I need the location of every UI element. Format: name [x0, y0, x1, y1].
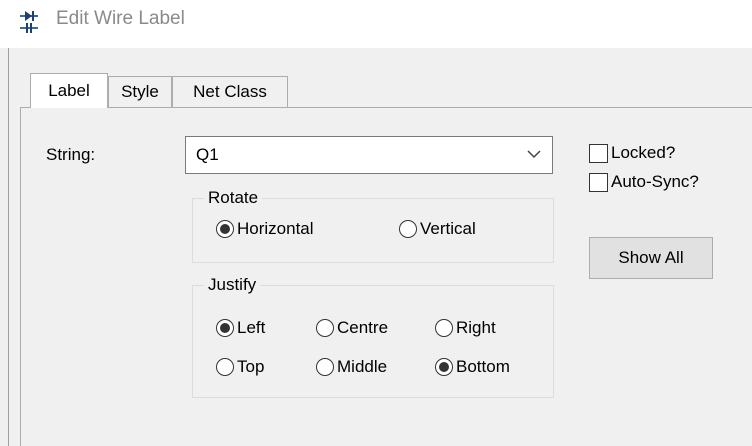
auto-sync-checkbox[interactable]: Auto-Sync? — [589, 172, 699, 192]
radio-top-label: Top — [237, 357, 265, 376]
auto-sync-checkbox-label: Auto-Sync? — [611, 172, 699, 191]
radio-dot — [216, 319, 234, 337]
radio-dot — [216, 220, 234, 238]
justify-group-title: Justify — [204, 275, 261, 295]
radio-bottom-label: Bottom — [456, 357, 510, 376]
string-combobox[interactable]: Q1 — [185, 136, 553, 174]
locked-checkbox[interactable]: Locked? — [589, 143, 675, 163]
radio-bottom[interactable]: Bottom — [435, 357, 510, 377]
checkbox-box — [589, 143, 608, 163]
radio-vertical-label: Vertical — [420, 219, 476, 238]
show-all-button-label: Show All — [618, 248, 684, 267]
radio-middle-label: Middle — [337, 357, 388, 376]
checkbox-box — [589, 172, 608, 192]
radio-dot — [216, 358, 234, 376]
tab-label-text: Label — [48, 81, 90, 100]
radio-horizontal-label: Horizontal — [237, 219, 314, 238]
radio-right-label: Right — [456, 318, 496, 337]
radio-left[interactable]: Left — [216, 318, 265, 338]
window-left-border — [8, 48, 9, 446]
justify-group — [192, 285, 554, 398]
chevron-down-icon[interactable] — [526, 146, 542, 162]
title-bar: Edit Wire Label — [0, 0, 752, 48]
tab-net-class[interactable]: Net Class — [172, 76, 288, 107]
locked-checkbox-label: Locked? — [611, 143, 676, 162]
radio-centre[interactable]: Centre — [316, 318, 388, 338]
radio-right[interactable]: Right — [435, 318, 496, 338]
radio-dot — [435, 358, 453, 376]
radio-left-label: Left — [237, 318, 266, 337]
tab-net-class-text: Net Class — [193, 82, 267, 101]
tab-style-text: Style — [121, 82, 159, 101]
radio-dot — [399, 220, 417, 238]
string-label: String: — [46, 145, 96, 164]
radio-dot — [316, 319, 334, 337]
radio-horizontal[interactable]: Horizontal — [216, 219, 314, 239]
radio-dot — [316, 358, 334, 376]
string-value: Q1 — [196, 145, 219, 164]
window-title: Edit Wire Label — [56, 8, 185, 29]
tab-label[interactable]: Label — [30, 73, 108, 108]
radio-dot — [435, 319, 453, 337]
radio-centre-label: Centre — [337, 318, 389, 337]
radio-middle[interactable]: Middle — [316, 357, 387, 377]
radio-vertical[interactable]: Vertical — [399, 219, 476, 239]
show-all-button[interactable]: Show All — [589, 237, 713, 279]
rotate-group-title: Rotate — [204, 188, 263, 208]
wire-label-icon — [20, 11, 38, 33]
tab-style[interactable]: Style — [108, 76, 172, 107]
radio-top[interactable]: Top — [216, 357, 264, 377]
